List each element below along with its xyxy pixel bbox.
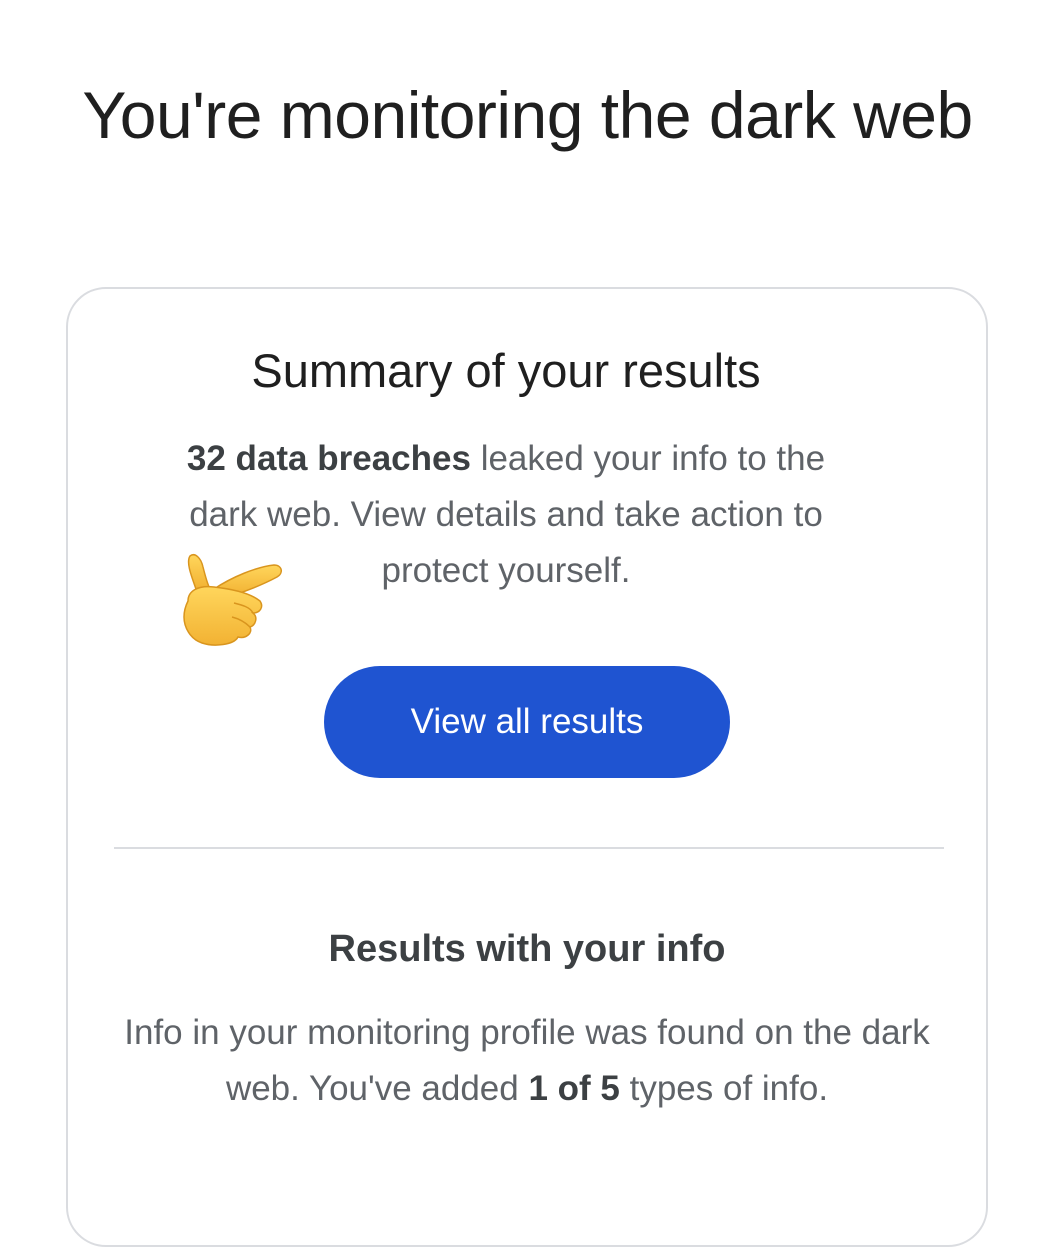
- pointing-hand-icon: [174, 553, 284, 647]
- info-text-end: types of info.: [619, 1069, 829, 1108]
- view-all-results-button[interactable]: View all results: [324, 666, 730, 778]
- info-count: 1 of 5: [528, 1069, 620, 1108]
- breach-count: 32 data breaches: [186, 439, 471, 478]
- info-section-heading: Results with your info: [328, 928, 726, 970]
- summary-heading: Summary of your results: [251, 344, 761, 397]
- summary-text-part-2: dark web. View details and take action t…: [189, 495, 823, 534]
- summary-card: Summary of your results 32 data breaches…: [66, 287, 988, 1247]
- summary-text-part-1: leaked your info to the: [470, 439, 826, 478]
- section-divider: [114, 847, 944, 849]
- page-title: You're monitoring the dark web: [82, 78, 973, 153]
- info-section-text: Info in your monitoring profile was foun…: [124, 1005, 930, 1117]
- summary-text-part-3: protect yourself.: [381, 551, 631, 590]
